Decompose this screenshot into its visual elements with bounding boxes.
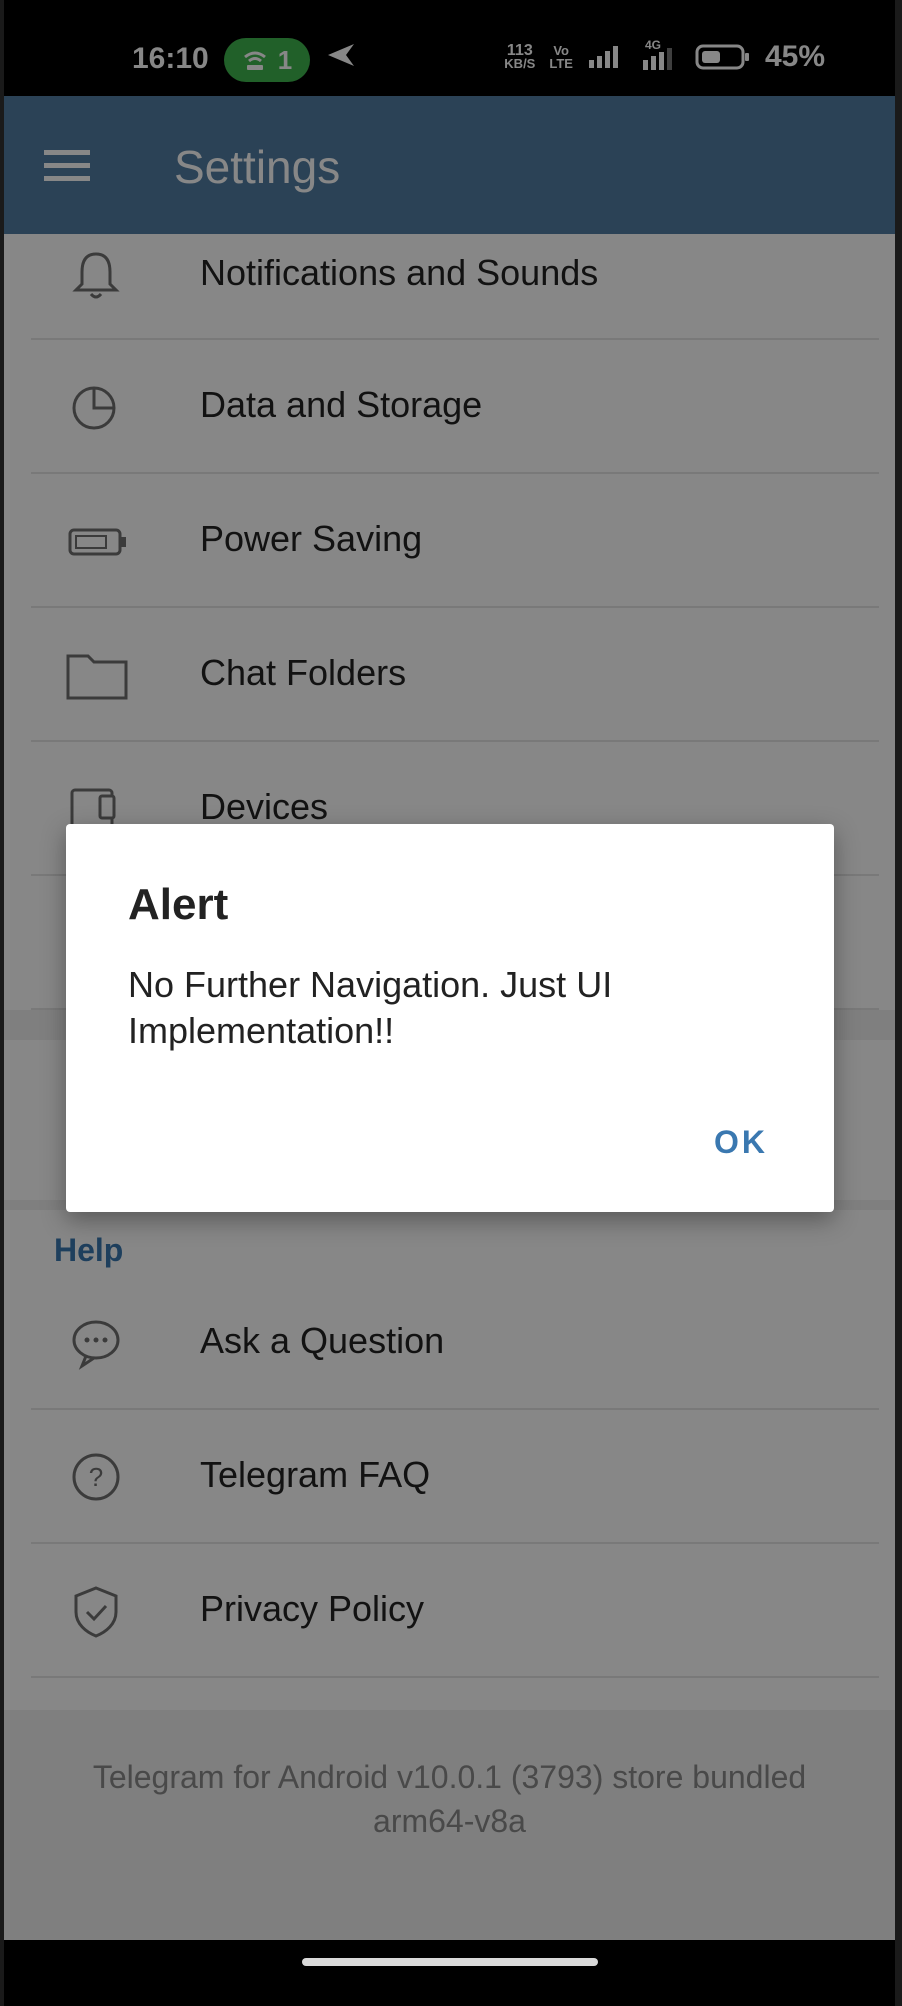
alert-dialog: Alert No Further Navigation. Just UI Imp… [66, 824, 834, 1212]
dialog-title: Alert [128, 880, 229, 929]
dialog-message: No Further Navigation. Just UI Implement… [128, 964, 613, 1051]
app-screen: 16:10 1 113 KB/S Vo LTE 4G 45% Settings … [4, 0, 895, 2006]
home-gesture-handle[interactable] [302, 1958, 598, 1966]
ok-button[interactable]: OK [706, 1120, 776, 1165]
system-nav-bar [4, 1940, 895, 2006]
